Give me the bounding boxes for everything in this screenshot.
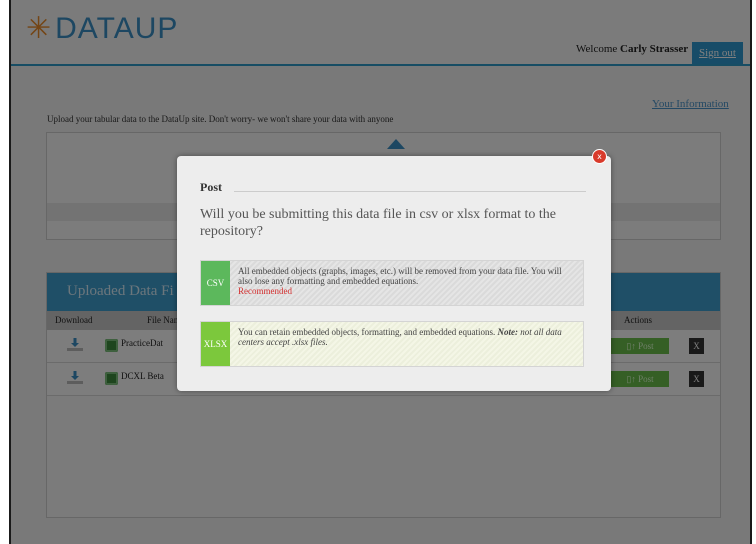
dialog-question: Will you be submitting this data file in… bbox=[200, 207, 556, 239]
close-icon[interactable]: x bbox=[592, 149, 607, 164]
title-divider bbox=[234, 191, 586, 192]
post-format-dialog: x Post Will you be submitting this data … bbox=[177, 149, 611, 391]
xlsx-option-description: You can retain embedded objects, formatt… bbox=[238, 327, 578, 347]
csv-option-tag[interactable]: CSV bbox=[201, 261, 230, 305]
xlsx-option-text: You can retain embedded objects, formatt… bbox=[238, 327, 496, 337]
dialog-title: Post bbox=[200, 180, 222, 194]
recommended-label: Recommended bbox=[238, 286, 292, 296]
csv-option[interactable]: CSV All embedded objects (graphs, images… bbox=[200, 260, 584, 306]
csv-option-description: All embedded objects (graphs, images, et… bbox=[238, 266, 578, 296]
xlsx-option[interactable]: XLSX You can retain embedded objects, fo… bbox=[200, 321, 584, 367]
app-window: ✳ DATAUP Welcome Carly Strasser Sign out… bbox=[9, 0, 752, 544]
xlsx-option-tag[interactable]: XLSX bbox=[201, 322, 230, 366]
csv-option-text: All embedded objects (graphs, images, et… bbox=[238, 266, 562, 286]
xlsx-note-label: Note: bbox=[497, 327, 519, 337]
